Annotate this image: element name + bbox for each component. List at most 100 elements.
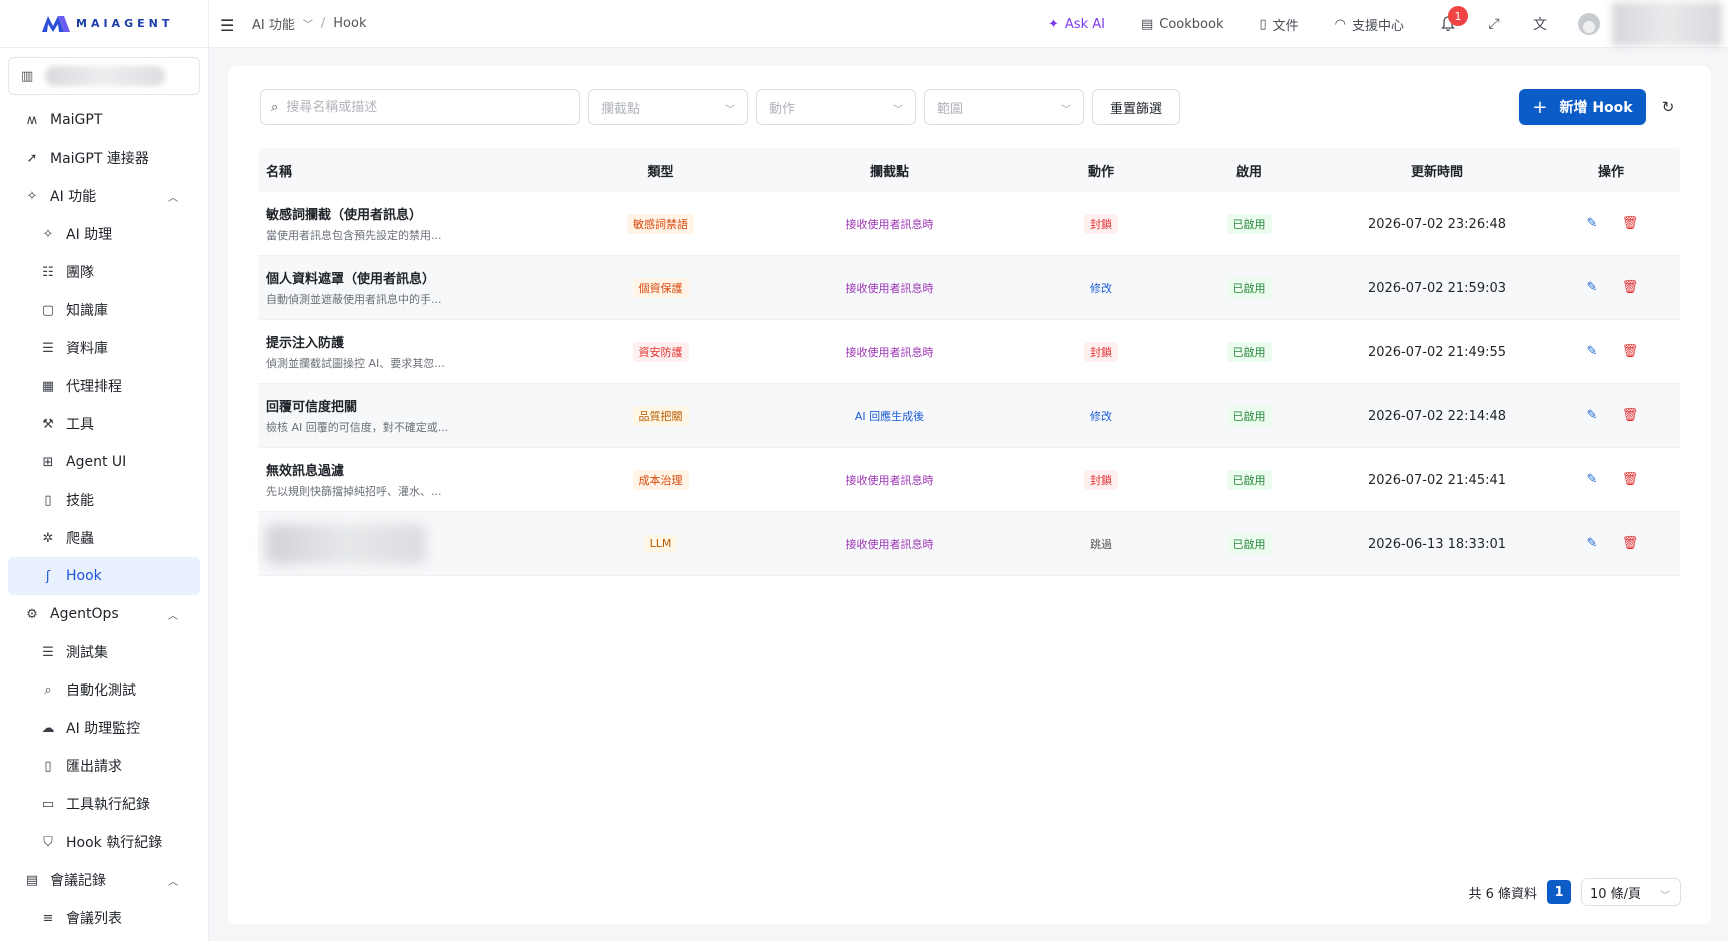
- team-icon: ☷: [42, 264, 54, 280]
- breadcrumb-parent[interactable]: AI 功能: [252, 14, 295, 33]
- filter-scope-select[interactable]: 範圍 ﹀: [924, 89, 1084, 125]
- cell-type: 個資保護: [578, 277, 743, 298]
- chevron-up-icon[interactable]: ︿: [168, 189, 180, 204]
- hook-description: 檢核 AI 回覆的可信度，對不確定或...: [266, 421, 449, 434]
- page-size-select[interactable]: 10 條/頁 ﹀: [1581, 878, 1681, 906]
- filter-toolbar: ⌕ 攔截點 ﹀ 動作 ﹀ 範圍 ﹀ 重置篩選 + 新增 Hook ↻: [260, 89, 1711, 125]
- bell-icon[interactable]: 1: [1440, 6, 1468, 32]
- cell-ops: ✎ 🗑: [1542, 280, 1680, 296]
- brand-name: MAIAGENT: [76, 17, 174, 30]
- sidebar-item-2[interactable]: ✧ AI 功能 ︿: [0, 177, 208, 215]
- docs-button[interactable]: ▯ 文件: [1259, 15, 1298, 34]
- edit-icon[interactable]: ✎: [1584, 536, 1600, 552]
- breadcrumb: AI 功能 ﹀ / Hook: [252, 14, 366, 33]
- hook-title[interactable]: 無效訊息過濾: [266, 460, 578, 479]
- table-row[interactable]: 無效訊息過濾 先以規則快篩擋掉純招呼、灌水、... 成本治理 接收使用者訊息時 封鎖 已啟…: [258, 448, 1680, 512]
- building-icon: ▥: [21, 68, 34, 84]
- chevron-down-icon: ﹀: [893, 105, 903, 116]
- support-button[interactable]: ◠ 支援中心: [1335, 15, 1404, 34]
- table-row[interactable]: LLM 接收使用者訊息時 跳過 已啟用 2026-06-13 18:33:01 ✎ 🗑: [258, 512, 1680, 576]
- org-selector[interactable]: ▥: [8, 57, 200, 95]
- sidebar-item-1[interactable]: ➚ MaiGPT 連接器: [0, 139, 208, 177]
- page-size-label: 10 條/頁: [1590, 886, 1642, 902]
- sidebar-item-7[interactable]: ▦ 代理排程: [0, 367, 208, 405]
- sidebar-item-3[interactable]: ✧ AI 助理: [0, 215, 208, 253]
- sidebar-item-8[interactable]: ⚒ 工具: [0, 405, 208, 443]
- action-tag: 修改: [1090, 409, 1112, 423]
- database-icon: ☰: [42, 644, 54, 660]
- edit-icon[interactable]: ✎: [1584, 344, 1600, 360]
- cell-action: 封鎖: [1036, 213, 1166, 234]
- sidebar-item-21[interactable]: ≡ 會議列表: [0, 899, 208, 937]
- sidebar-item-17[interactable]: ▯ 匯出請求: [0, 747, 208, 785]
- cookbook-button[interactable]: ▤ Cookbook: [1141, 17, 1224, 32]
- trash-icon[interactable]: 🗑: [1622, 408, 1639, 424]
- sidebar-item-14[interactable]: ☰ 測試集: [0, 633, 208, 671]
- user-name-redacted[interactable]: [1612, 2, 1722, 46]
- enabled-tag: 已啟用: [1226, 469, 1272, 490]
- table-row[interactable]: 回覆可信度把關 檢核 AI 回覆的可信度，對不確定或... 品質把關 AI 回應生成後…: [258, 384, 1680, 448]
- sidebar-item-0[interactable]: ʍ MaiGPT: [0, 101, 208, 139]
- trash-icon[interactable]: 🗑: [1622, 280, 1639, 296]
- refresh-icon[interactable]: ↻: [1660, 98, 1676, 116]
- sidebar-item-label: AgentOps: [50, 606, 119, 622]
- filter-action-select[interactable]: 動作 ﹀: [756, 89, 916, 125]
- brand-logo[interactable]: MAIAGENT: [0, 0, 208, 48]
- menu-toggle-icon[interactable]: ☰: [220, 16, 236, 35]
- sidebar-item-12[interactable]: ʃ Hook: [8, 557, 200, 595]
- document-icon: ▯: [1259, 16, 1267, 32]
- edit-icon[interactable]: ✎: [1584, 408, 1600, 424]
- trash-icon[interactable]: 🗑: [1622, 216, 1639, 232]
- edit-icon[interactable]: ✎: [1584, 280, 1600, 296]
- sidebar-item-label: MaiGPT: [50, 112, 103, 128]
- table-row[interactable]: 個人資料遮罩（使用者訊息） 自動偵測並遮蔽使用者訊息中的手... 個資保護 接收使用者…: [258, 256, 1680, 320]
- hook-title[interactable]: 個人資料遮罩（使用者訊息）: [266, 268, 578, 287]
- search-input[interactable]: [286, 99, 557, 115]
- sidebar-item-6[interactable]: ☰ 資料庫: [0, 329, 208, 367]
- table-row[interactable]: 敏感詞攔截（使用者訊息） 當使用者訊息包含預先設定的禁用... 敏感詞禁語 接收使用者…: [258, 192, 1680, 256]
- table-row[interactable]: 提示注入防護 偵測並攔截試圖操控 AI、要求其忽... 資安防護 接收使用者訊息時 封鎖…: [258, 320, 1680, 384]
- translate-icon[interactable]: 文: [1532, 16, 1548, 33]
- trash-icon[interactable]: 🗑: [1622, 536, 1639, 552]
- sidebar-item-13[interactable]: ⚙ AgentOps ︿: [0, 595, 208, 633]
- fullscreen-icon[interactable]: ⤢: [1486, 16, 1502, 32]
- add-hook-button[interactable]: + 新增 Hook: [1519, 89, 1646, 125]
- sidebar-item-label: 技能: [66, 493, 94, 509]
- sidebar-item-10[interactable]: ▯ 技能: [0, 481, 208, 519]
- enabled-tag: 已啟用: [1226, 533, 1272, 554]
- meeting-icon: ▤: [25, 872, 39, 888]
- hook-title[interactable]: 敏感詞攔截（使用者訊息）: [266, 204, 578, 223]
- cloud-icon: ☁: [41, 720, 55, 736]
- chevron-down-icon[interactable]: ﹀: [303, 16, 313, 31]
- ask-ai-button[interactable]: ✦ Ask AI: [1048, 17, 1105, 32]
- chevron-up-icon[interactable]: ︿: [168, 873, 180, 888]
- reset-filter-button[interactable]: 重置篩選: [1092, 89, 1180, 125]
- sidebar-item-11[interactable]: ✲ 爬蟲: [0, 519, 208, 557]
- sidebar-item-16[interactable]: ☁ AI 助理監控: [0, 709, 208, 747]
- updated-time: 2026-07-02 22:14:48: [1367, 408, 1507, 424]
- edit-icon[interactable]: ✎: [1584, 216, 1600, 232]
- sidebar-item-15[interactable]: ⌕ 自動化測試: [0, 671, 208, 709]
- hook-title[interactable]: 回覆可信度把關: [266, 396, 578, 415]
- cell-ops: ✎ 🗑: [1542, 408, 1680, 424]
- page-number-current[interactable]: 1: [1547, 880, 1571, 904]
- sidebar-item-9[interactable]: ⊞ Agent UI: [0, 443, 208, 481]
- sidebar-item-18[interactable]: ▭ 工具執行紀錄: [0, 785, 208, 823]
- filter-point-select[interactable]: 攔截點 ﹀: [588, 89, 748, 125]
- rocket-icon: ➚: [26, 150, 38, 166]
- trash-icon[interactable]: 🗑: [1622, 344, 1639, 360]
- hook-description: 當使用者訊息包含預先設定的禁用...: [266, 229, 442, 242]
- chevron-up-icon[interactable]: ︿: [168, 607, 180, 622]
- trash-icon[interactable]: 🗑: [1622, 472, 1639, 488]
- sidebar-item-20[interactable]: ▤ 會議記錄 ︿: [0, 861, 208, 899]
- sparkle-icon: ✧: [42, 226, 54, 242]
- avatar[interactable]: [1578, 13, 1600, 35]
- hook-title[interactable]: 提示注入防護: [266, 332, 578, 351]
- edit-icon[interactable]: ✎: [1584, 472, 1600, 488]
- sidebar-item-4[interactable]: ☷ 團隊: [0, 253, 208, 291]
- chevron-down-icon: ﹀: [725, 105, 735, 116]
- sidebar-item-5[interactable]: ▢ 知識庫: [0, 291, 208, 329]
- enabled-tag: 已啟用: [1226, 277, 1272, 298]
- sidebar-item-19[interactable]: ⛉ Hook 執行紀錄: [0, 823, 208, 861]
- search-box[interactable]: ⌕: [260, 89, 580, 125]
